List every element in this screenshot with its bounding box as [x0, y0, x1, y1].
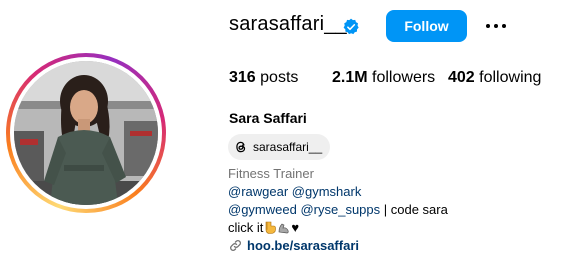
bio-line: click it ♥	[228, 220, 299, 235]
bio-mention-link[interactable]: @rawgear	[228, 184, 288, 199]
heart-icon: ♥	[291, 220, 300, 235]
link-icon	[230, 240, 241, 251]
following-count: 402	[448, 69, 475, 86]
posts-count: 316	[229, 69, 256, 86]
flexed-biceps-emoji-icon	[279, 223, 289, 234]
avatar-photo-image	[14, 61, 158, 205]
bio-line: @gymweed @ryse_supps | code sara	[228, 202, 448, 217]
profile-avatar-story-ring[interactable]	[6, 53, 166, 213]
followers-count: 2.1M	[332, 69, 368, 86]
posts-stat: 316 posts	[229, 69, 298, 87]
profile-full-name: Sara Saffari	[229, 110, 307, 126]
followers-stat[interactable]: 2.1M followers	[332, 69, 435, 87]
pointing-down-emoji-icon	[266, 221, 277, 234]
follow-button[interactable]: Follow	[386, 10, 467, 42]
following-stat[interactable]: 402 following	[448, 69, 541, 87]
threads-badge[interactable]: sarasaffari__	[228, 134, 331, 160]
more-options-icon[interactable]	[482, 12, 510, 40]
posts-label: posts	[260, 69, 299, 86]
profile-username: sarasaffari__	[229, 13, 347, 35]
verified-badge-icon	[343, 18, 359, 35]
bio-text: click it	[228, 220, 264, 235]
following-label: following	[479, 69, 542, 86]
profile-header: sarasaffari__ Follow 316 posts 2.1M foll…	[0, 0, 579, 258]
followers-label: followers	[372, 69, 436, 86]
bio-mention-link[interactable]: @gymshark	[292, 184, 362, 199]
avatar[interactable]	[14, 61, 158, 205]
profile-category: Fitness Trainer	[228, 166, 314, 181]
threads-handle: sarasaffari__	[253, 140, 323, 154]
bio-line: @rawgear @gymshark	[228, 184, 361, 199]
profile-link-text: hoo.be/sarasaffari	[247, 238, 359, 253]
threads-icon	[236, 141, 246, 153]
profile-external-link[interactable]: hoo.be/sarasaffari	[229, 238, 359, 253]
bio-mention-link[interactable]: @gymweed	[228, 202, 297, 217]
bio-mention-link[interactable]: @ryse_supps	[300, 202, 380, 217]
bio-text: | code sara	[380, 202, 448, 217]
